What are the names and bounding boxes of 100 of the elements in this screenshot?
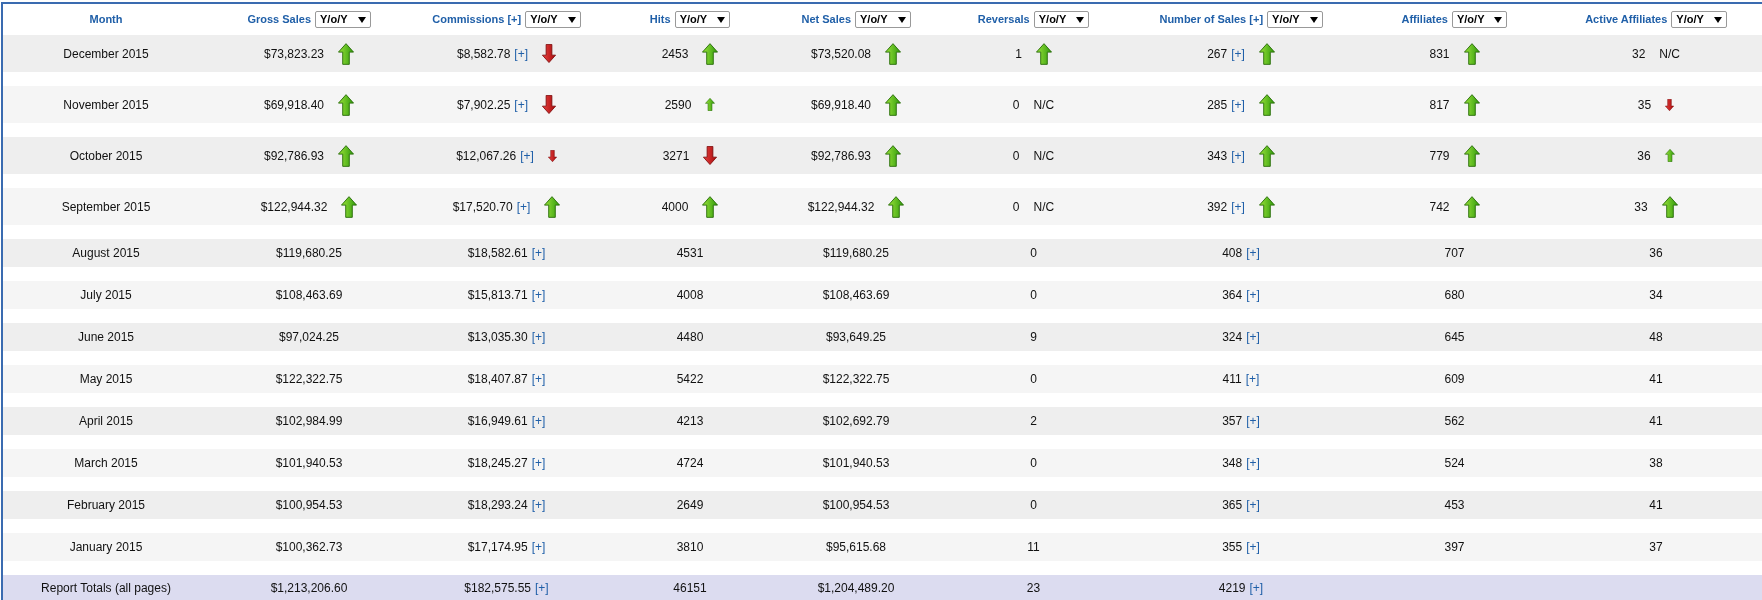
value-text: 364 bbox=[1222, 287, 1243, 304]
value-text: 4480 bbox=[676, 329, 704, 346]
status-text: N/C bbox=[1659, 45, 1680, 63]
value-text: $18,293.24 bbox=[467, 497, 528, 514]
value-text: 2649 bbox=[676, 497, 704, 514]
value-text: 9 bbox=[1030, 329, 1037, 346]
value-text: 4213 bbox=[676, 413, 704, 430]
value-text: 365 bbox=[1222, 497, 1243, 514]
caret-icon bbox=[1713, 16, 1722, 23]
value-text: 23 bbox=[1026, 579, 1041, 597]
value-text: 411 bbox=[1222, 371, 1242, 388]
caret-icon bbox=[897, 16, 906, 23]
value-text: 4000 bbox=[661, 198, 689, 216]
expand-link[interactable]: [+] bbox=[1245, 370, 1260, 388]
value-text: 0 bbox=[1030, 245, 1037, 262]
value-text: 3810 bbox=[676, 539, 704, 556]
month-label: October 2015 bbox=[69, 147, 143, 165]
expand-link[interactable]: [+] bbox=[1231, 44, 1245, 63]
value-text: $92,786.93 bbox=[263, 147, 325, 165]
expand-link[interactable]: [+] bbox=[1246, 412, 1260, 430]
expand-link[interactable]: [+] bbox=[1231, 146, 1245, 165]
expand-link[interactable]: [+] bbox=[1249, 578, 1264, 597]
expand-link[interactable]: [+] bbox=[1246, 496, 1260, 514]
value-text: 0 bbox=[1030, 287, 1037, 304]
value-text: 35 bbox=[1637, 96, 1652, 114]
value-text: $108,463.69 bbox=[275, 287, 343, 304]
expand-link[interactable]: [+] bbox=[1246, 538, 1260, 556]
value-text: 36 bbox=[1649, 245, 1663, 262]
value-text: $15,813.71 bbox=[467, 287, 528, 304]
value-text: $97,024.25 bbox=[278, 329, 340, 346]
period-dropdown[interactable]: Y/o/Y bbox=[1671, 11, 1727, 28]
value-text: 4219 bbox=[1218, 579, 1246, 597]
value-text: 355 bbox=[1222, 539, 1243, 556]
value-text: 645 bbox=[1444, 329, 1465, 346]
expand-link[interactable]: [+] bbox=[520, 146, 534, 165]
value-text: $92,786.93 bbox=[810, 147, 872, 165]
value-text: 2 bbox=[1030, 413, 1037, 430]
value-text: 524 bbox=[1444, 455, 1465, 472]
expand-link[interactable]: [+] bbox=[531, 538, 546, 556]
expand-link[interactable]: [+] bbox=[531, 244, 546, 262]
value-text: 1 bbox=[1015, 45, 1022, 63]
value-text: 38 bbox=[1649, 455, 1663, 472]
value-text: $17,174.95 bbox=[467, 539, 528, 556]
column-header: Number of Sales [+] bbox=[1159, 12, 1264, 28]
value-text: $18,582.61 bbox=[467, 245, 528, 262]
column-header: Hits bbox=[649, 12, 671, 28]
period-dropdown[interactable]: Y/o/Y bbox=[1033, 11, 1090, 28]
expand-link[interactable]: [+] bbox=[516, 197, 531, 216]
period-dropdown[interactable]: Y/o/Y bbox=[1451, 11, 1508, 28]
period-dropdown[interactable]: Y/o/Y bbox=[674, 11, 731, 28]
value-text: 0 bbox=[1030, 371, 1037, 388]
expand-link[interactable]: [+] bbox=[531, 328, 546, 346]
expand-link[interactable]: [+] bbox=[1246, 454, 1260, 472]
status-text: N/C bbox=[1033, 198, 1055, 216]
expand-link[interactable]: [+] bbox=[531, 370, 546, 388]
expand-link[interactable]: [+] bbox=[1231, 95, 1245, 114]
period-dropdown[interactable]: Y/o/Y bbox=[525, 11, 581, 28]
expand-link[interactable]: [+] bbox=[1246, 244, 1260, 262]
value-text: $73,823.23 bbox=[263, 45, 325, 63]
value-text: $102,692.79 bbox=[822, 413, 890, 430]
period-dropdown[interactable]: Y/o/Y bbox=[1267, 11, 1323, 28]
expand-link[interactable]: [+] bbox=[1246, 286, 1260, 304]
value-text: 392 bbox=[1207, 198, 1228, 216]
caret-icon bbox=[717, 16, 726, 23]
column-header: Commissions [+] bbox=[432, 12, 522, 28]
expand-link[interactable]: [+] bbox=[535, 578, 549, 597]
caret-icon bbox=[1076, 16, 1085, 23]
expand-link[interactable]: [+] bbox=[1246, 328, 1260, 346]
value-text: $1,204,489.20 bbox=[817, 579, 895, 597]
value-text: $182,575.55 bbox=[464, 579, 531, 597]
value-text: 0 bbox=[1012, 147, 1020, 165]
caret-icon bbox=[1309, 16, 1318, 23]
value-text: $119,680.25 bbox=[276, 245, 342, 262]
column-header: Reversals bbox=[977, 12, 1030, 28]
value-text: 0 bbox=[1030, 455, 1037, 472]
value-text: $69,918.40 bbox=[810, 96, 872, 114]
month-label: November 2015 bbox=[63, 96, 149, 114]
value-text: 46151 bbox=[673, 579, 707, 597]
month-label: February 2015 bbox=[66, 497, 145, 514]
value-text: 3271 bbox=[662, 147, 690, 165]
expand-link[interactable]: [+] bbox=[531, 412, 546, 430]
expand-link[interactable]: [+] bbox=[1231, 197, 1245, 216]
expand-link[interactable]: [+] bbox=[514, 95, 529, 114]
value-text: 779 bbox=[1429, 147, 1450, 165]
expand-link[interactable]: [+] bbox=[531, 454, 546, 472]
value-text: $7,902.25 bbox=[456, 96, 511, 114]
value-text: 680 bbox=[1444, 287, 1465, 304]
month-label: July 2015 bbox=[80, 287, 132, 304]
value-text: 453 bbox=[1444, 497, 1465, 514]
value-text: 2590 bbox=[664, 96, 692, 114]
value-text: 0 bbox=[1030, 497, 1037, 514]
month-label: April 2015 bbox=[78, 413, 133, 430]
period-dropdown[interactable]: Y/o/Y bbox=[855, 11, 911, 28]
period-dropdown[interactable]: Y/o/Y bbox=[315, 11, 371, 28]
expand-link[interactable]: [+] bbox=[531, 286, 546, 304]
value-text: $108,463.69 bbox=[822, 287, 890, 304]
value-text: $73,520.08 bbox=[810, 45, 872, 63]
expand-link[interactable]: [+] bbox=[514, 44, 529, 63]
expand-link[interactable]: [+] bbox=[531, 496, 546, 514]
value-text: 609 bbox=[1444, 371, 1465, 388]
